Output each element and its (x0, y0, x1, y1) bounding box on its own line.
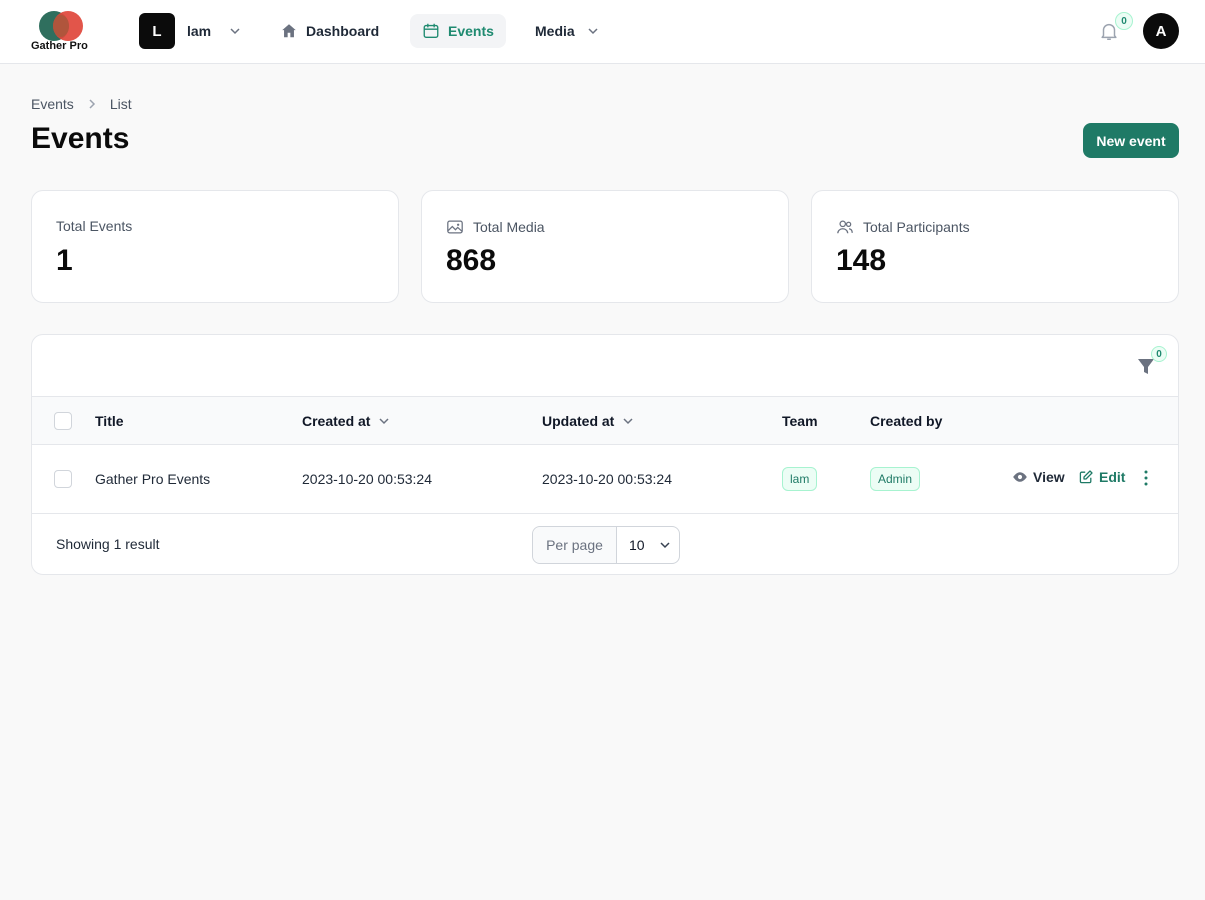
table-footer: Showing 1 result Per page 10 (32, 515, 1178, 575)
tenant-switcher[interactable]: L lam (139, 13, 241, 49)
stat-label: Total Media (446, 218, 545, 236)
column-updated-at-label: Updated at (542, 413, 615, 429)
logo-text: Gather Pro (31, 40, 88, 52)
column-created-at[interactable]: Created at (302, 413, 390, 429)
column-title-label: Title (95, 413, 124, 429)
view-action[interactable]: View (1012, 469, 1065, 485)
nav-dashboard[interactable]: Dashboard (268, 14, 391, 48)
nav-media[interactable]: Media (523, 14, 611, 48)
stat-value: 868 (446, 244, 497, 277)
stat-card-total-events: Total Events 1 (31, 190, 399, 303)
column-team-label: Team (782, 413, 818, 429)
edit-action[interactable]: Edit (1078, 469, 1125, 485)
select-all-checkbox[interactable] (54, 412, 72, 430)
column-created-by: Created by (870, 413, 942, 429)
stat-card-total-participants: Total Participants 148 (811, 190, 1179, 303)
events-table: 0 Title Created at Updated at Team Creat… (31, 334, 1179, 575)
stat-label-text: Total Media (473, 219, 545, 235)
breadcrumb-current: List (109, 96, 132, 112)
stat-label-text: Total Events (56, 218, 133, 234)
nav-media-label: Media (535, 23, 575, 39)
new-event-button[interactable]: New event (1083, 123, 1179, 158)
per-page-value-text: 10 (629, 537, 645, 553)
eye-icon (1013, 472, 1027, 482)
row-checkbox[interactable] (54, 470, 72, 488)
chevron-down-icon (660, 542, 670, 549)
row-updated-at: 2023-10-20 00:53:24 (542, 471, 672, 487)
row-created-at: 2023-10-20 00:53:24 (302, 471, 432, 487)
stat-card-total-media: Total Media 868 (421, 190, 789, 303)
chevron-down-icon (588, 28, 598, 35)
column-created-by-label: Created by (870, 413, 943, 429)
filter-count-badge: 0 (1151, 346, 1167, 362)
breadcrumb-events-link[interactable]: Events (31, 96, 74, 112)
page-title: Events (31, 122, 130, 155)
team-badge: lam (782, 467, 818, 491)
image-icon (447, 220, 463, 234)
more-vertical-icon[interactable] (1138, 469, 1154, 487)
stat-label-text: Total Participants (863, 219, 970, 235)
column-updated-at[interactable]: Updated at (542, 413, 634, 429)
per-page-select[interactable]: Per page 10 (532, 526, 680, 564)
stat-label: Total Events (56, 218, 132, 234)
user-avatar[interactable]: A (1143, 13, 1179, 49)
sort-chevron-icon (623, 418, 633, 425)
gather-pro-logo[interactable]: Gather Pro (31, 9, 93, 55)
per-page-label: Per page (533, 527, 617, 563)
home-icon (282, 24, 296, 38)
top-navigation-bar: Gather Pro L lam Dashboard Events Media … (0, 0, 1205, 64)
users-icon (837, 220, 853, 234)
calendar-icon (423, 23, 439, 38)
per-page-value[interactable]: 10 (617, 537, 679, 553)
tenant-name: lam (187, 23, 212, 39)
stat-label: Total Participants (836, 218, 970, 236)
column-team: Team (782, 413, 818, 429)
nav-dashboard-label: Dashboard (306, 23, 380, 39)
notification-count-badge: 0 (1115, 12, 1133, 30)
nav-events[interactable]: Events (410, 14, 506, 48)
edit-action-label: Edit (1099, 469, 1126, 485)
breadcrumb: Events List (31, 96, 132, 112)
column-title: Title (95, 413, 124, 429)
sort-chevron-icon (379, 418, 389, 425)
chevron-right-icon (89, 99, 95, 109)
stat-value: 1 (56, 244, 73, 277)
table-header: Title Created at Updated at Team Created… (32, 396, 1178, 445)
tenant-avatar: L (139, 13, 175, 49)
edit-icon (1079, 470, 1093, 484)
logo-overlap (53, 15, 69, 37)
chevron-down-icon (230, 28, 240, 35)
column-created-at-label: Created at (302, 413, 371, 429)
table-row[interactable]: Gather Pro Events 2023-10-20 00:53:24 20… (32, 445, 1178, 514)
nav-events-label: Events (448, 23, 494, 39)
created-by-badge: Admin (870, 467, 921, 491)
view-action-label: View (1033, 469, 1065, 485)
results-count: Showing 1 result (56, 536, 160, 552)
stat-value: 148 (836, 244, 887, 277)
row-title: Gather Pro Events (95, 471, 211, 487)
